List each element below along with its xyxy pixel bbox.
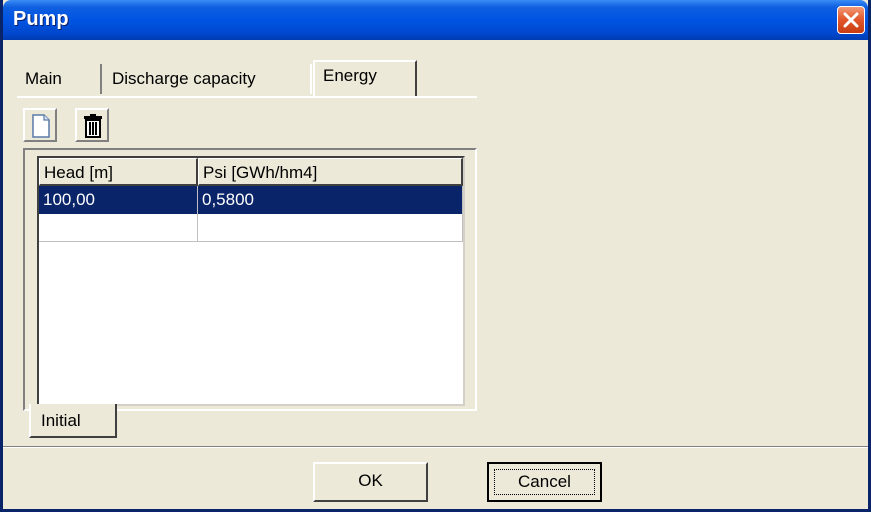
- cancel-button[interactable]: Cancel: [487, 462, 602, 502]
- close-button[interactable]: [837, 6, 865, 34]
- cancel-button-label: Cancel: [494, 469, 595, 495]
- delete-row-button[interactable]: [75, 108, 109, 142]
- ok-button[interactable]: OK: [313, 462, 428, 502]
- tab-energy[interactable]: Energy: [313, 60, 417, 96]
- cell-head[interactable]: [39, 214, 198, 242]
- pump-dialog: Pump Main Discharge capacity Energy Head…: [0, 0, 871, 512]
- new-document-icon: [32, 114, 50, 138]
- new-row-button[interactable]: [23, 108, 57, 142]
- column-header-head[interactable]: Head [m]: [39, 158, 198, 186]
- trash-icon: [84, 114, 102, 138]
- table-row[interactable]: 100,00 0,5800: [39, 186, 463, 214]
- cell-psi[interactable]: [198, 214, 463, 242]
- column-header-psi[interactable]: Psi [GWh/hm4]: [198, 158, 463, 186]
- separator: [3, 446, 868, 448]
- tab-main[interactable]: Main: [17, 64, 102, 94]
- grid-panel: Head [m] Psi [GWh/hm4] 100,00 0,5800: [23, 148, 477, 411]
- table-header: Head [m] Psi [GWh/hm4]: [39, 158, 463, 186]
- tab-discharge-capacity[interactable]: Discharge capacity: [104, 64, 312, 94]
- title-bar[interactable]: Pump: [3, 0, 868, 40]
- tab-initial[interactable]: Initial: [29, 404, 117, 438]
- cell-psi[interactable]: 0,5800: [198, 186, 463, 214]
- table-row[interactable]: [39, 214, 463, 242]
- cell-head[interactable]: 100,00: [39, 186, 198, 214]
- tab-strip: Main Discharge capacity Energy: [17, 60, 477, 96]
- close-icon: [843, 12, 859, 28]
- window-title: Pump: [13, 8, 69, 30]
- tab-divider: [17, 96, 477, 98]
- energy-table: Head [m] Psi [GWh/hm4] 100,00 0,5800: [37, 156, 465, 406]
